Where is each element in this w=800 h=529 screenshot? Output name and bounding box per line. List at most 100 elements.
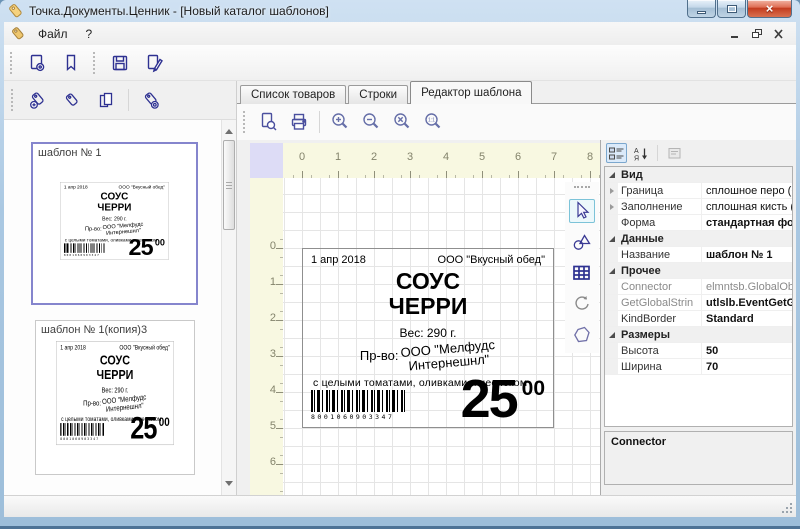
property-row[interactable]: KindBorderStandard [605,311,792,327]
property-row[interactable]: Заполнениесплошная кисть (Co [605,199,792,215]
mdi-restore-button[interactable] [747,26,766,42]
window-title: Точка.Документы.Ценник - [Новый каталог … [29,4,329,18]
save-as-icon [144,53,164,73]
toolbar-grip[interactable] [11,89,16,111]
toolbar-grip[interactable] [10,52,15,74]
barcode-digits: 8001060903347 [60,436,105,441]
rotate-icon [572,294,592,314]
zoom-100-button[interactable]: 1:1 [419,109,447,135]
tab-template-editor[interactable]: Редактор шаблона [410,81,532,104]
category-row[interactable]: Размеры [605,327,792,343]
template-title: шаблон № 1 [38,147,102,159]
select-tool-button[interactable] [569,199,595,223]
collapse-icon[interactable] [609,332,615,338]
shapes-icon [571,232,593,252]
tag-target-button[interactable] [136,86,166,114]
polygon-tool-button[interactable] [569,323,595,347]
zoom-in-icon [329,111,351,133]
zoom-cancel-icon [391,111,413,133]
property-pages-button[interactable] [664,143,685,163]
mdi-restore-icon [750,28,764,40]
preview-button[interactable] [254,109,282,135]
rotate-tool-button[interactable] [569,292,595,316]
toolbar-grip[interactable] [93,52,98,74]
collapse-icon[interactable] [609,236,615,242]
zoom-cancel-button[interactable] [388,109,416,135]
add-template-button[interactable] [23,86,53,114]
mdi-close-icon [772,28,786,40]
property-row[interactable]: Ширина70 [605,359,792,375]
toolbar-grip[interactable] [243,111,248,133]
minimize-button[interactable] [687,0,716,18]
label-product: СОУСЧЕРРИ [56,353,173,382]
property-row[interactable]: Границасплошное перо (Colo [605,183,792,199]
alphabetical-sort-button[interactable]: АЯ [630,143,651,163]
tag-button[interactable] [57,86,87,114]
save-icon [110,53,130,73]
expand-icon[interactable] [610,204,614,210]
menu-help[interactable]: ? [77,25,102,43]
barcode-digits: 8001060903347 [64,253,105,256]
category-row[interactable]: Прочее [605,263,792,279]
categorized-view-button[interactable] [606,143,627,163]
properties-toolbar: АЯ [601,140,796,166]
scrollbar-thumb[interactable] [223,140,235,230]
property-row[interactable]: Формастандартная фор [605,215,792,231]
new-template-button[interactable] [56,49,86,77]
label-company: ООО "Вкусный обед" [438,254,545,266]
shapes-tool-button[interactable] [569,230,595,254]
close-button[interactable]: × [747,0,792,18]
collapse-icon[interactable] [609,172,615,178]
label-weight: Вес: 290 г. [60,216,168,222]
template-card-1[interactable]: шаблон № 1 1 апр 2018 ООО "Вкусный обед"… [31,142,198,305]
tab-product-list[interactable]: Список товаров [240,85,346,104]
category-row[interactable]: Данные [605,231,792,247]
resize-grip[interactable] [781,502,794,515]
tag-icon [62,90,82,110]
table-tool-button[interactable] [569,261,595,285]
mdi-close-button[interactable] [769,26,788,42]
new-catalog-icon [27,53,47,73]
editor-toolbar: 1:1 [237,104,796,140]
template-list-scrollbar[interactable] [221,120,236,495]
maximize-button[interactable] [717,0,746,18]
scroll-up-arrow[interactable] [225,125,233,134]
status-bar [4,495,796,517]
tab-rows[interactable]: Строки [348,85,408,104]
label-price: 2500 [461,377,545,421]
label-company: ООО "Вкусный обед" [119,185,165,190]
zoom-in-button[interactable] [326,109,354,135]
category-row[interactable]: Вид [605,167,792,183]
copy-template-button[interactable] [91,86,121,114]
expand-icon[interactable] [610,188,614,194]
svg-text:Я: Я [634,155,639,161]
collapse-icon[interactable] [609,268,615,274]
new-catalog-button[interactable] [22,49,52,77]
design-canvas[interactable]: 1 апр 2018 ООО "Вкусный обед" СОУСЧЕРРИ … [283,178,600,495]
print-button[interactable] [285,109,313,135]
zoom-out-icon [360,111,382,133]
template-card-2[interactable]: шаблон № 1(копия)3 1 апр 2018 ООО "Вкусн… [35,320,195,475]
property-row[interactable]: GetGlobalStrinutlslb.EventGetGlo [605,295,792,311]
content-area: шаблон № 1 1 апр 2018 ООО "Вкусный обед"… [4,81,796,495]
vertical-ruler: 0123456 [250,178,283,495]
price-label-object[interactable]: 1 апр 2018 ООО "Вкусный обед" СОУСЧЕРРИ … [302,248,554,428]
property-row[interactable]: Высота50 [605,343,792,359]
template-panel: шаблон № 1 1 апр 2018 ООО "Вкусный обед"… [4,81,237,495]
save-button[interactable] [105,49,135,77]
label-price: 2500 [130,415,170,441]
close-icon: × [766,2,774,15]
barcode [64,243,105,253]
property-row[interactable]: Connectorelmntsb.GlobalObject [605,279,792,295]
property-grid: Вид Границасплошное перо (Colo Заполнени… [604,166,793,427]
scroll-down-arrow[interactable] [225,481,233,490]
mdi-minimize-button[interactable] [725,26,744,42]
property-row[interactable]: Названиешаблон № 1 [605,247,792,263]
save-as-button[interactable] [139,49,169,77]
menu-file[interactable]: Файл [29,25,77,43]
template-title: шаблон № 1(копия)3 [41,324,147,336]
label-producer: Пр-во:ООО "МелфудсИнтернешнл" [303,342,553,369]
barcode [60,423,104,436]
zoom-out-button[interactable] [357,109,385,135]
resize-grip-icon [781,502,794,515]
